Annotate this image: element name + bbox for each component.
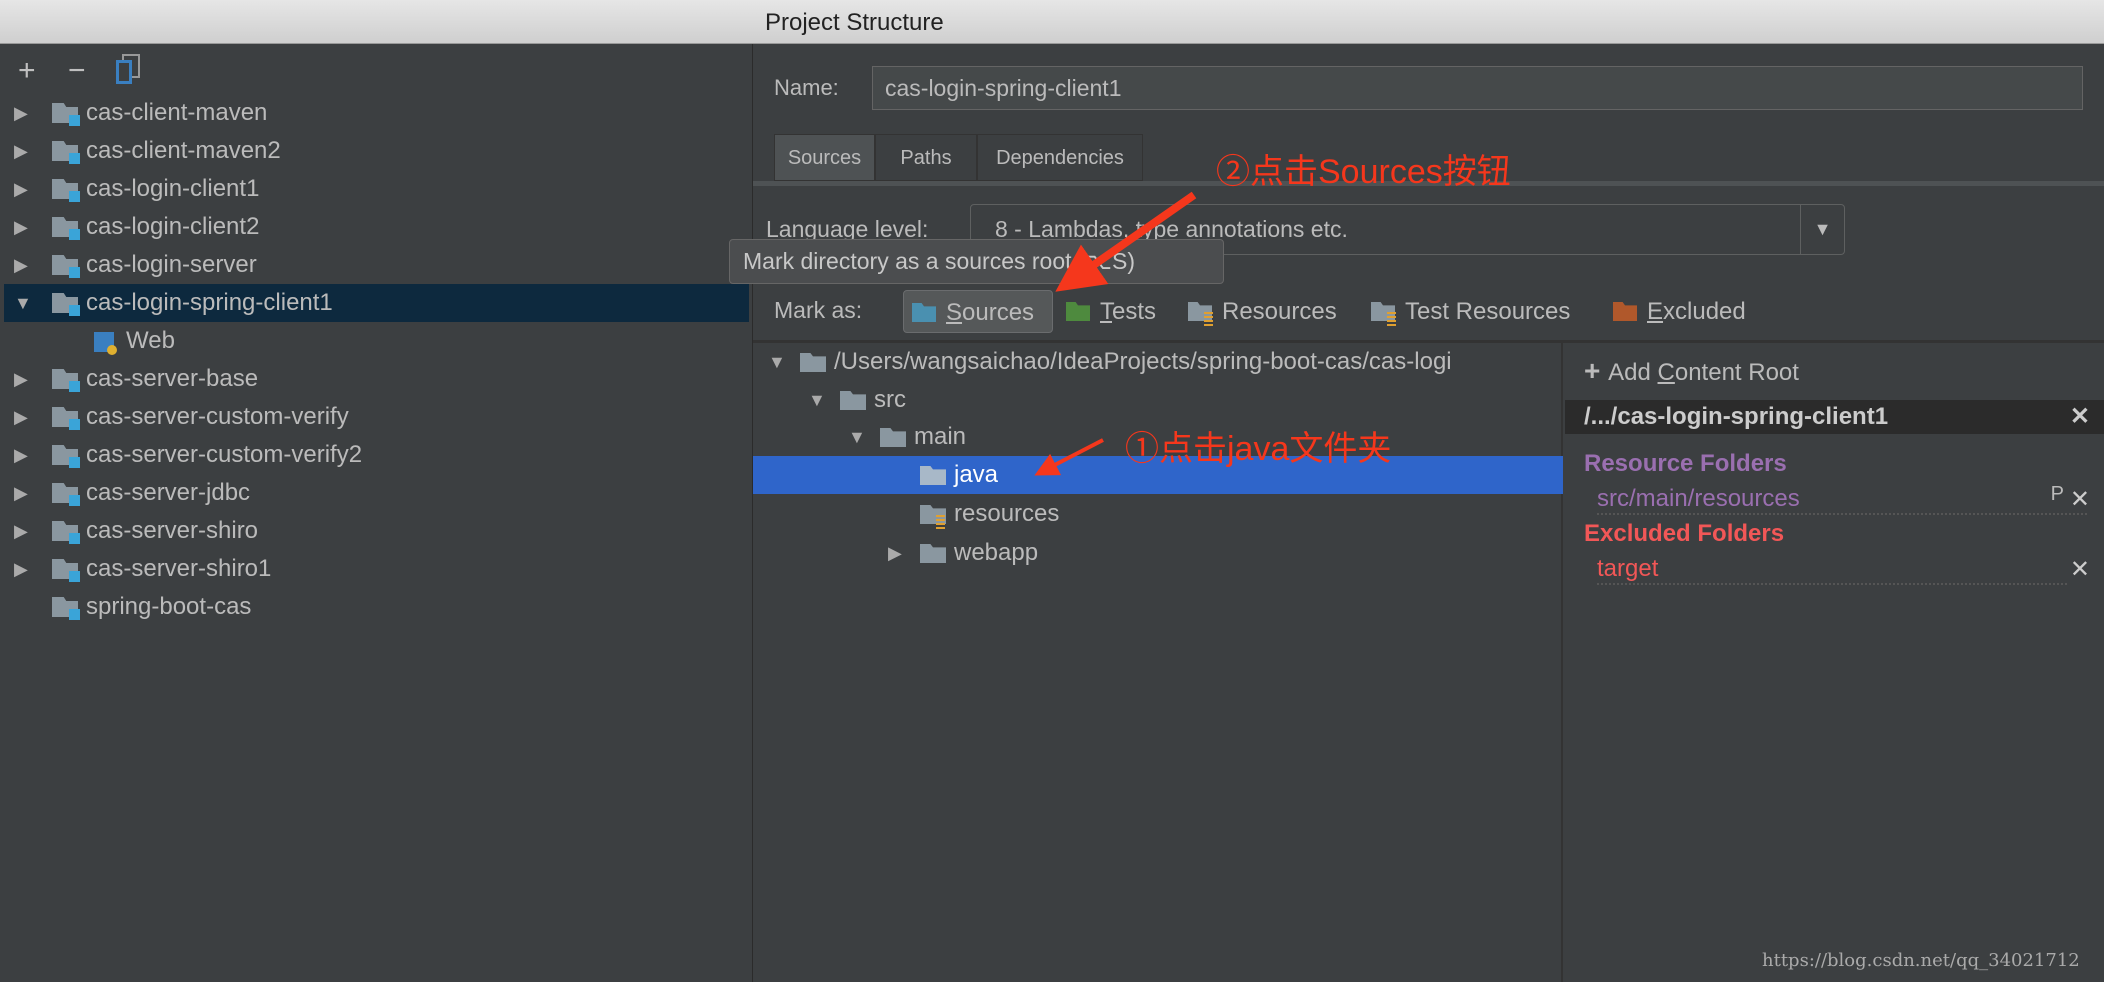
- arrow-to-sources-button: [1055, 191, 1197, 292]
- watermark: https://blog.csdn.net/qq_34021712: [1762, 950, 2080, 971]
- annotation-arrows: [1034, 191, 1197, 476]
- arrow-to-java-folder: [1034, 438, 1104, 476]
